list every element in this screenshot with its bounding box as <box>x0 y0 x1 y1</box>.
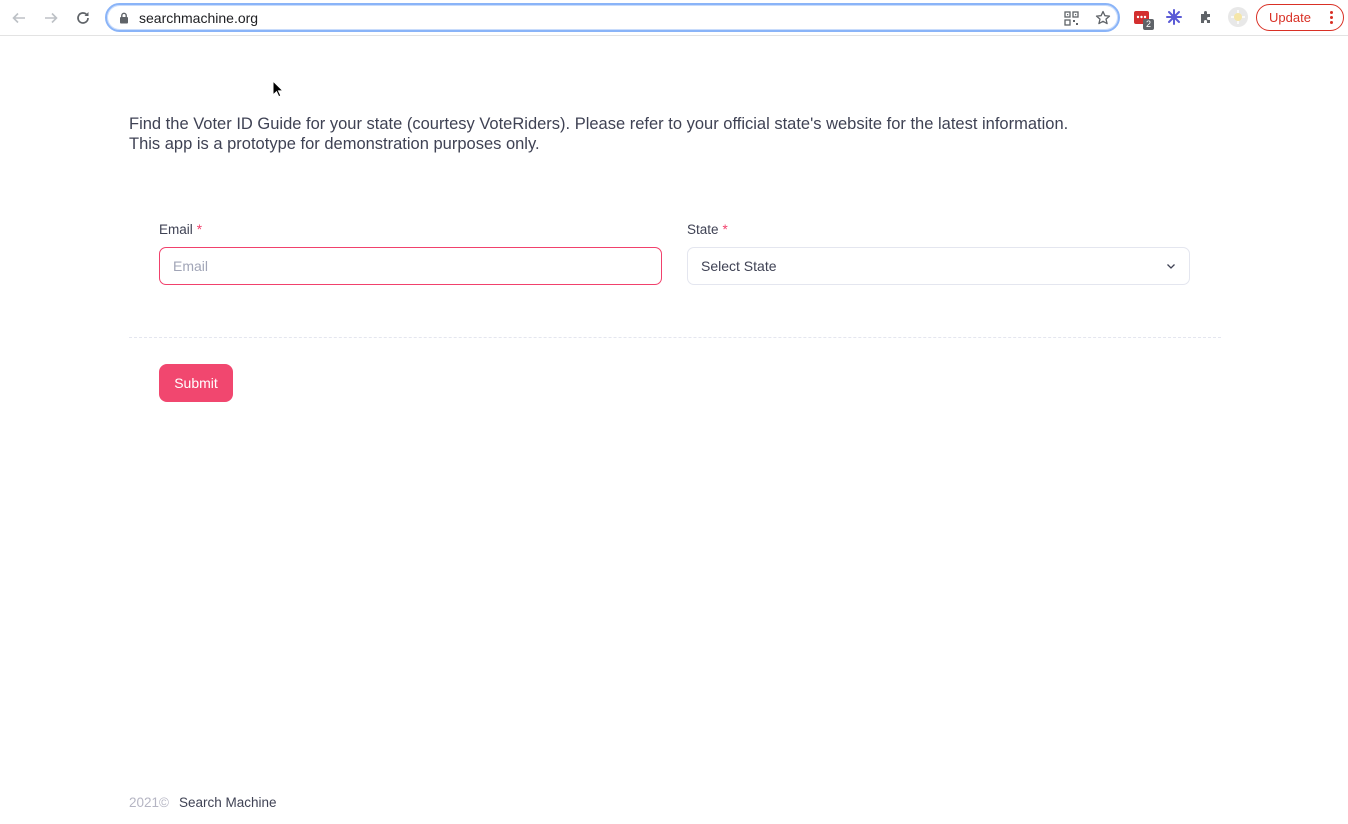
form-divider <box>129 337 1221 338</box>
forward-button[interactable] <box>39 6 63 30</box>
state-label-text: State <box>687 222 719 237</box>
chevron-down-icon <box>1167 264 1175 269</box>
mouse-cursor-icon <box>272 80 284 98</box>
extension-snowflake-icon[interactable] <box>1163 6 1185 28</box>
email-label: Email * <box>159 222 202 237</box>
reload-button[interactable] <box>71 6 95 30</box>
intro-line-1: Find the Voter ID Guide for your state (… <box>129 115 1069 133</box>
bookmark-star-icon[interactable] <box>1094 9 1112 27</box>
browser-toolbar: searchmachine.org 2 Update <box>0 0 1348 36</box>
state-label: State * <box>687 222 728 237</box>
update-button[interactable]: Update <box>1256 4 1344 31</box>
arrow-right-icon <box>45 12 58 24</box>
extension-badge: 2 <box>1143 19 1155 30</box>
extensions-puzzle-icon[interactable] <box>1195 6 1217 28</box>
state-select-value: Select State <box>701 258 777 274</box>
update-label: Update <box>1269 10 1311 25</box>
intro-text: Find the Voter ID Guide for your state (… <box>129 115 1219 154</box>
url-text: searchmachine.org <box>139 10 259 26</box>
footer-year: 2021© <box>129 795 169 810</box>
state-required-marker: * <box>722 222 728 237</box>
email-label-text: Email <box>159 222 193 237</box>
back-button[interactable] <box>7 6 31 30</box>
email-required-marker: * <box>196 222 203 237</box>
intro-line-2: This app is a prototype for demonstratio… <box>129 134 540 153</box>
state-select[interactable]: Select State <box>687 247 1190 285</box>
lock-icon <box>119 11 129 29</box>
menu-dots-icon <box>1330 11 1334 25</box>
submit-button[interactable]: Submit <box>159 364 233 402</box>
email-input[interactable] <box>159 247 662 285</box>
footer-brand-link[interactable]: Search Machine <box>179 795 277 810</box>
arrow-left-icon <box>12 12 25 24</box>
footer: 2021© Search Machine <box>129 795 277 810</box>
address-bar[interactable]: searchmachine.org <box>105 3 1120 32</box>
profile-avatar-icon[interactable] <box>1227 6 1249 28</box>
reload-icon <box>77 12 89 24</box>
qr-code-icon[interactable] <box>1062 9 1080 27</box>
